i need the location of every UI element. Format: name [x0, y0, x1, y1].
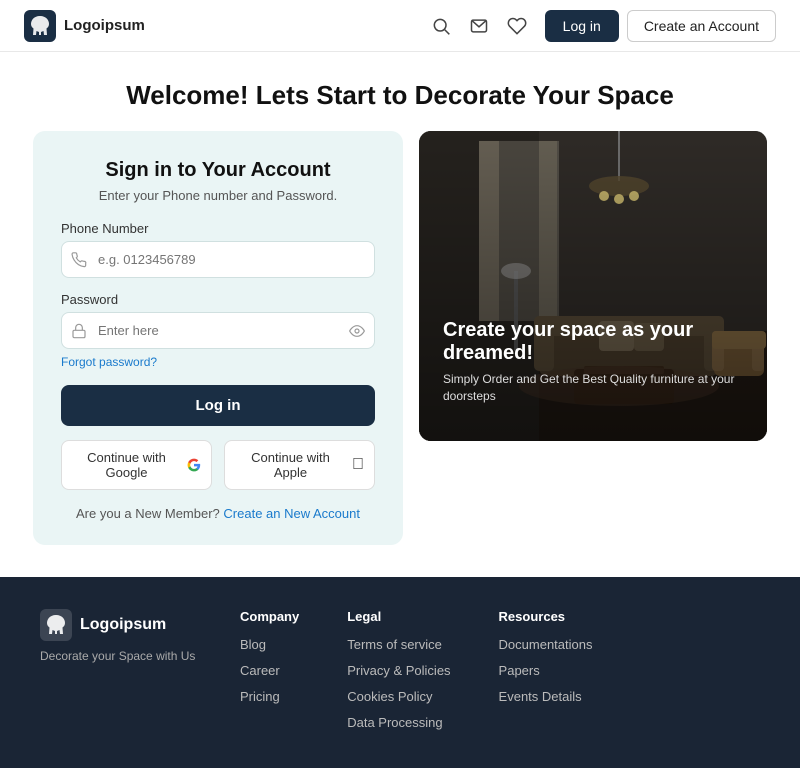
logo-text: Logoipsum [64, 17, 145, 34]
room-promo-subtext: Simply Order and Get the Best Quality fu… [443, 371, 743, 405]
footer-col-resources: Resources Documentations Papers Events D… [499, 609, 593, 740]
list-item: Data Processing [347, 714, 450, 732]
password-input[interactable] [61, 312, 375, 349]
logo: Logoipsum [24, 10, 145, 42]
footer-legal-heading: Legal [347, 609, 450, 624]
google-label: Continue with Google [72, 450, 181, 480]
login-button[interactable]: Log in [545, 10, 619, 42]
apple-label: Continue with Apple [235, 450, 346, 480]
footer-company-list: Blog Career Pricing [240, 636, 299, 706]
room-promo-heading: Create your space as your dreamed! [443, 319, 743, 365]
list-item: Events Details [499, 688, 593, 706]
google-login-button[interactable]: Continue with Google [61, 440, 212, 490]
main-content: Sign in to Your Account Enter your Phone… [0, 131, 800, 577]
apple-login-button[interactable]: Continue with Apple  [224, 440, 375, 490]
apple-icon:  [352, 456, 364, 474]
logo-icon [24, 10, 56, 42]
footer: Logoipsum Decorate your Space with Us Co… [0, 577, 800, 768]
legal-cookies-link[interactable]: Cookies Policy [347, 689, 432, 704]
list-item: Documentations [499, 636, 593, 654]
resources-docs-link[interactable]: Documentations [499, 637, 593, 652]
room-overlay-text: Create your space as your dreamed! Simpl… [443, 319, 743, 405]
social-buttons: Continue with Google Continue with Apple… [61, 440, 375, 490]
phone-input-wrapper [61, 241, 375, 278]
password-input-wrapper [61, 312, 375, 349]
company-career-link[interactable]: Career [240, 663, 280, 678]
footer-brand: Logoipsum Decorate your Space with Us [40, 609, 200, 663]
phone-label: Phone Number [61, 221, 375, 236]
resources-events-link[interactable]: Events Details [499, 689, 582, 704]
password-label: Password [61, 292, 375, 307]
login-main-button[interactable]: Log in [61, 385, 375, 426]
login-subtitle: Enter your Phone number and Password. [61, 188, 375, 203]
footer-logo-icon [40, 609, 72, 641]
footer-company-heading: Company [240, 609, 299, 624]
legal-tos-link[interactable]: Terms of service [347, 637, 442, 652]
phone-input[interactable] [61, 241, 375, 278]
login-card: Sign in to Your Account Enter your Phone… [33, 131, 403, 545]
heart-icon[interactable] [507, 16, 527, 36]
inbox-icon[interactable] [469, 16, 489, 36]
list-item: Terms of service [347, 636, 450, 654]
company-pricing-link[interactable]: Pricing [240, 689, 280, 704]
google-icon [187, 457, 201, 473]
list-item: Pricing [240, 688, 299, 706]
footer-legal-list: Terms of service Privacy & Policies Cook… [347, 636, 450, 732]
list-item: Papers [499, 662, 593, 680]
footer-col-legal: Legal Terms of service Privacy & Policie… [347, 609, 450, 740]
resources-papers-link[interactable]: Papers [499, 663, 540, 678]
phone-icon [71, 252, 87, 268]
create-new-account-link[interactable]: Create an New Account [223, 506, 360, 521]
footer-logo-text: Logoipsum [80, 616, 166, 634]
footer-col-company: Company Blog Career Pricing [240, 609, 299, 740]
eye-icon[interactable] [349, 323, 365, 339]
list-item: Career [240, 662, 299, 680]
footer-resources-list: Documentations Papers Events Details [499, 636, 593, 706]
company-blog-link[interactable]: Blog [240, 637, 266, 652]
new-member-text: Are you a New Member? [76, 506, 220, 521]
navbar: Logoipsum Log in Create an Account [0, 0, 800, 52]
forgot-password-link[interactable]: Forgot password? [61, 355, 375, 369]
list-item: Blog [240, 636, 299, 654]
list-item: Cookies Policy [347, 688, 450, 706]
list-item: Privacy & Policies [347, 662, 450, 680]
legal-privacy-link[interactable]: Privacy & Policies [347, 663, 450, 678]
hero-title: Welcome! Lets Start to Decorate Your Spa… [20, 80, 780, 111]
footer-columns: Company Blog Career Pricing Legal Terms … [240, 609, 760, 740]
legal-data-link[interactable]: Data Processing [347, 715, 442, 730]
login-heading: Sign in to Your Account [61, 159, 375, 182]
create-account-button[interactable]: Create an Account [627, 10, 776, 42]
new-member-section: Are you a New Member? Create an New Acco… [61, 506, 375, 521]
footer-resources-heading: Resources [499, 609, 593, 624]
hero-section: Welcome! Lets Start to Decorate Your Spa… [0, 52, 800, 131]
lock-icon [71, 323, 87, 339]
footer-tagline: Decorate your Space with Us [40, 649, 200, 663]
search-icon[interactable] [431, 16, 451, 36]
nav-icons [431, 16, 527, 36]
footer-logo: Logoipsum [40, 609, 200, 641]
room-promo: Create your space as your dreamed! Simpl… [419, 131, 767, 441]
